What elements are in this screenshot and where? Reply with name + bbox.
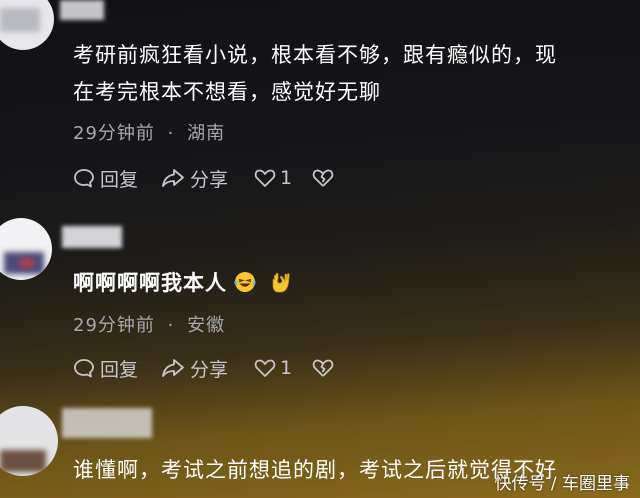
comment-meta: 29分钟前 · 湖南	[73, 119, 225, 145]
username-blurred[interactable]	[62, 408, 152, 438]
like-button[interactable]: 1	[254, 167, 312, 189]
comment-time: 29分钟前	[73, 123, 155, 144]
comment-location: 湖南	[187, 123, 226, 144]
reply-icon	[74, 169, 94, 188]
comment-text: 考研前疯狂看小说，根本看不够，跟有瘾似的，现 在考完根本不想看，感觉好无聊	[73, 43, 557, 104]
comment-meta: 29分钟前 · 安徽	[73, 311, 225, 337]
avatar[interactable]	[0, 218, 52, 280]
comment-text: 啊啊啊啊我本人	[73, 265, 293, 302]
comment-actions: 回复 分享 1	[73, 354, 334, 382]
username-blurred[interactable]	[62, 226, 122, 248]
meta-separator: ·	[167, 315, 175, 336]
comment-location: 安徽	[187, 315, 226, 336]
comment-actions: 回复 分享 1	[73, 164, 334, 192]
dislike-button[interactable]	[312, 168, 334, 188]
share-label: 分享	[190, 168, 229, 191]
share-label: 分享	[190, 358, 229, 381]
heart-icon	[254, 169, 276, 187]
username-blurred[interactable]	[60, 0, 104, 20]
like-count: 1	[280, 357, 293, 379]
heart-icon	[254, 359, 276, 377]
reply-icon	[74, 359, 94, 378]
reply-button[interactable]: 回复	[73, 355, 161, 382]
comment-text: 谁懂啊，考试之前想追的剧，考试之后就觉得不好	[73, 458, 557, 482]
watermark: 快传号 / 车圈里事	[494, 474, 630, 494]
ok-hand-emoji-icon	[272, 272, 290, 293]
avatar[interactable]	[0, 406, 58, 476]
like-button[interactable]: 1	[254, 357, 312, 379]
dislike-button[interactable]	[312, 358, 334, 378]
broken-heart-icon	[312, 359, 334, 377]
comment-time: 29分钟前	[73, 315, 155, 336]
share-button[interactable]: 分享	[161, 355, 254, 382]
share-icon	[162, 359, 184, 377]
avatar[interactable]	[0, 0, 54, 50]
share-button[interactable]: 分享	[161, 165, 254, 192]
laughing-tears-emoji-icon	[234, 272, 256, 292]
like-count: 1	[280, 167, 293, 189]
reply-label: 回复	[100, 358, 139, 381]
broken-heart-icon	[312, 169, 334, 187]
reply-button[interactable]: 回复	[73, 165, 161, 192]
meta-separator: ·	[167, 123, 175, 144]
reply-label: 回复	[100, 168, 139, 191]
share-icon	[162, 169, 184, 187]
